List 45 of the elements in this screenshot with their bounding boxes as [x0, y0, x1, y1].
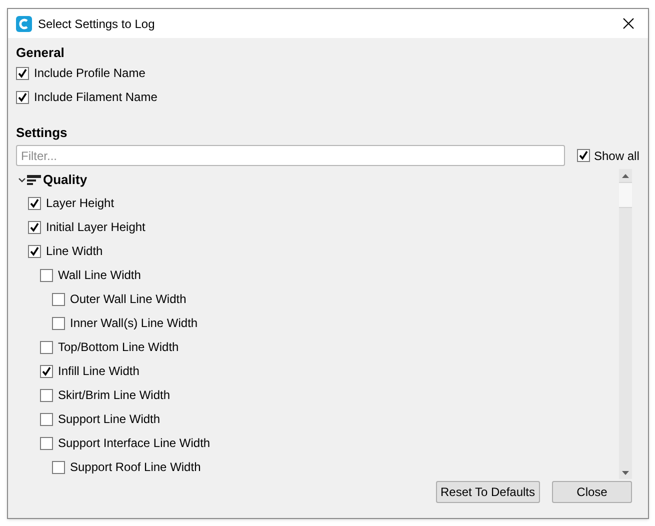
- dialog-button[interactable]: Reset To Defaults: [436, 481, 540, 503]
- category-label: Quality: [43, 171, 88, 190]
- option-label: Include Filament Name: [34, 89, 158, 106]
- checkbox[interactable]: [28, 196, 41, 210]
- checkbox[interactable]: [16, 90, 29, 104]
- checkbox[interactable]: [40, 268, 53, 282]
- setting-label: Line Width: [46, 243, 103, 260]
- setting-label: Layer Height: [46, 195, 114, 212]
- checkbox[interactable]: [40, 340, 53, 354]
- setting-label: Inner Wall(s) Line Width: [70, 315, 198, 332]
- setting-label: Infill Line Width: [58, 363, 140, 380]
- option-label: Include Profile Name: [34, 65, 146, 82]
- window-title: Select Settings to Log: [38, 16, 156, 32]
- checkbox[interactable]: [52, 316, 65, 330]
- scroll-thumb[interactable]: [619, 182, 632, 208]
- checkbox[interactable]: [40, 412, 53, 426]
- close-icon[interactable]: [623, 18, 634, 29]
- setting-label: Support Line Width: [58, 411, 160, 428]
- setting-label: Skirt/Brim Line Width: [58, 387, 170, 404]
- checkbox[interactable]: [52, 460, 65, 474]
- checkbox[interactable]: [16, 66, 29, 80]
- scroll-down-icon[interactable]: [622, 470, 629, 474]
- setting-label: Support Roof Line Width: [70, 459, 201, 476]
- option-label: Show all: [594, 148, 640, 164]
- checkbox[interactable]: [28, 220, 41, 234]
- checkbox[interactable]: [577, 149, 590, 162]
- checkbox[interactable]: [40, 364, 53, 378]
- setting-label: Outer Wall Line Width: [70, 291, 186, 308]
- section-heading: General: [16, 45, 66, 61]
- setting-label: Initial Layer Height: [46, 219, 146, 236]
- chevron-icon[interactable]: [18, 176, 26, 184]
- scrollbar[interactable]: [619, 169, 632, 479]
- setting-label: Support Interface Line Width: [58, 435, 210, 452]
- list-icon: [27, 174, 41, 186]
- checkbox[interactable]: [40, 436, 53, 450]
- checkbox[interactable]: [52, 292, 65, 306]
- checkbox[interactable]: [40, 388, 53, 402]
- scroll-up-icon[interactable]: [622, 174, 629, 178]
- section-heading: Settings: [16, 125, 68, 141]
- app-logo-icon: [16, 16, 32, 32]
- checkbox[interactable]: [28, 244, 41, 258]
- setting-label: Wall Line Width: [58, 267, 141, 284]
- dialog-button[interactable]: Close: [552, 481, 632, 503]
- filter-field[interactable]: Filter...: [16, 145, 565, 166]
- setting-label: Top/Bottom Line Width: [58, 339, 179, 356]
